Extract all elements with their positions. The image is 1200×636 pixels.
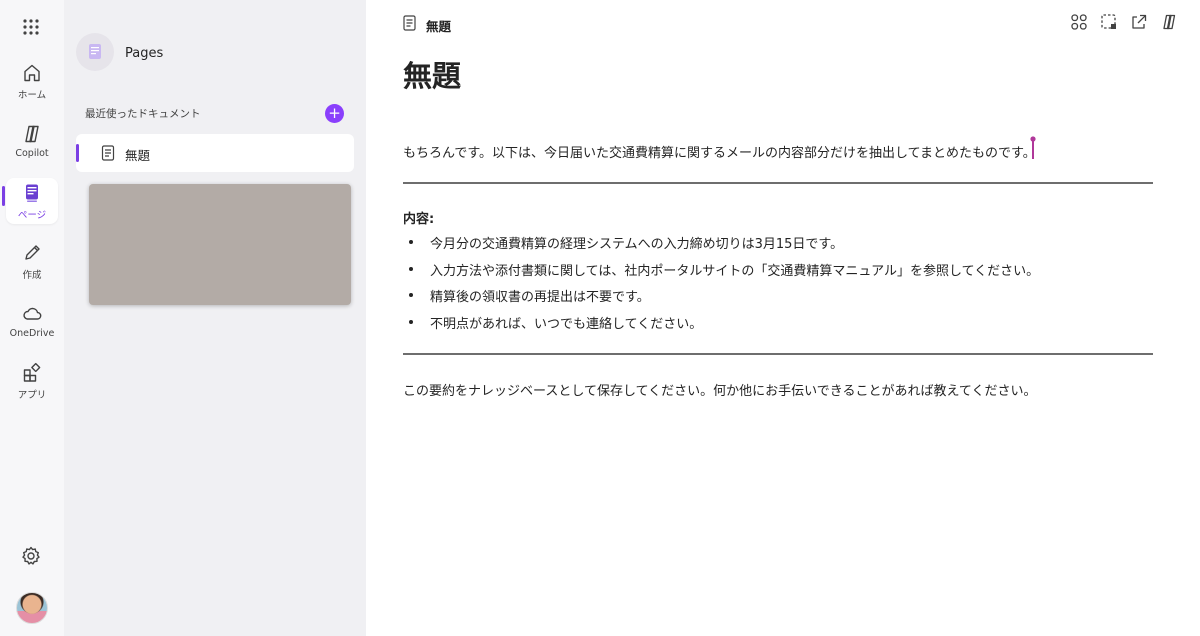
recent-document-title: 無題: [125, 148, 151, 163]
components-icon[interactable]: [1070, 13, 1088, 31]
intro-paragraph[interactable]: もちろんです。以下は、今日届いた交通費精算に関するメールの内容部分だけを抽出して…: [403, 142, 1036, 161]
rail-label: アプリ: [17, 389, 47, 401]
new-page-button[interactable]: +: [325, 104, 344, 123]
page-canvas: 無題 無題 もちろんです。以下は、今日届いた交通費精算に関するメールの内容部分だ…: [366, 0, 1200, 636]
rail-item-copilot[interactable]: Copilot: [6, 118, 58, 164]
copilot-icon[interactable]: [1160, 13, 1178, 31]
user-avatar[interactable]: [16, 592, 48, 624]
settings-gear-icon[interactable]: [20, 545, 42, 567]
page-title[interactable]: 無題: [403, 53, 461, 95]
rail-item-pages[interactable]: ページ: [6, 178, 58, 224]
bullet-text: 入力方法や添付書類に関しては、社内ポータルサイトの「交通費精算マニュアル」を参照…: [430, 263, 1040, 279]
copilot-icon: [25, 125, 39, 143]
share-icon[interactable]: [1130, 13, 1148, 31]
selected-indicator: [76, 144, 79, 162]
apps-icon: [23, 362, 41, 382]
select-region-icon[interactable]: [1100, 13, 1118, 31]
breadcrumb-title: 無題: [426, 19, 452, 34]
rail-label: Copilot: [15, 148, 49, 159]
bullet-dot: [409, 319, 413, 324]
pages-icon: [26, 184, 38, 202]
rail-label: 作成: [22, 269, 42, 281]
bullet-text: 不明点があれば、いつでも連絡してください。: [430, 316, 703, 332]
divider: [403, 182, 1153, 184]
rail-item-onedrive[interactable]: OneDrive: [6, 298, 58, 344]
divider: [403, 353, 1153, 355]
rail-item-home[interactable]: ホーム: [6, 58, 58, 104]
collaborator-cursor: [1030, 136, 1036, 159]
recent-documents-label: 最近使ったドキュメント: [85, 108, 201, 120]
app-rail: ホーム Copilot ページ 作成 OneDrive アプリ: [0, 0, 64, 636]
rail-label: OneDrive: [9, 328, 55, 339]
home-icon: [24, 64, 40, 81]
content-bullet-list: 今月分の交通費精算の経理システムへの入力締め切りは3月15日です。 入力方法や添…: [403, 233, 1039, 339]
bullet-dot: [409, 240, 413, 244]
create-icon: [25, 244, 40, 260]
document-icon: [403, 15, 416, 31]
pages-logo: [76, 33, 114, 71]
bullet-dot: [409, 293, 413, 297]
bullet-item[interactable]: 不明点があれば、いつでも連絡してください。: [403, 313, 1039, 340]
pane-title: Pages: [125, 46, 164, 61]
app-launcher-icon[interactable]: [20, 16, 42, 38]
recent-document-item[interactable]: 無題: [76, 134, 354, 172]
active-indicator: [2, 186, 5, 206]
page-thumbnail[interactable]: [89, 184, 351, 305]
bullet-text: 精算後の領収書の再提出は不要です。: [430, 290, 650, 305]
rail-item-create[interactable]: 作成: [6, 238, 58, 284]
document-icon: [101, 145, 115, 161]
rail-item-apps[interactable]: アプリ: [6, 358, 58, 404]
bullet-item[interactable]: 入力方法や添付書類に関しては、社内ポータルサイトの「交通費精算マニュアル」を参照…: [403, 260, 1039, 287]
pages-pane: Pages 最近使ったドキュメント + 無題: [64, 0, 366, 636]
closing-paragraph[interactable]: この要約をナレッジベースとして保存してください。何か他にお手伝いできることがあれ…: [403, 380, 1037, 399]
bullet-item[interactable]: 今月分の交通費精算の経理システムへの入力締め切りは3月15日です。: [403, 233, 1039, 260]
pages-logo-icon: [89, 44, 101, 59]
rail-label: ホーム: [17, 89, 47, 101]
section-heading[interactable]: 内容:: [403, 208, 434, 227]
bullet-text: 今月分の交通費精算の経理システムへの入力締め切りは3月15日です。: [430, 237, 844, 252]
rail-label: ページ: [17, 209, 47, 221]
bullet-dot: [409, 266, 413, 271]
bullet-item[interactable]: 精算後の領収書の再提出は不要です。: [403, 286, 1039, 313]
onedrive-icon: [23, 307, 42, 320]
